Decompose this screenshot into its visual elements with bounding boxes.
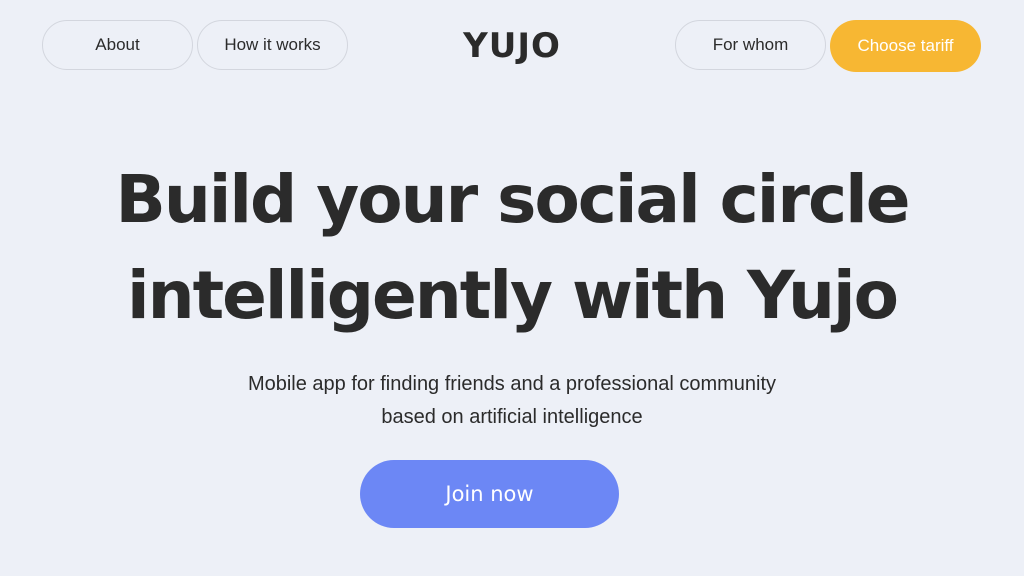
choose-tariff-button[interactable]: Choose tariff xyxy=(830,20,981,72)
hero-subtitle-line-2: based on artificial intelligence xyxy=(381,406,643,428)
hero-headline-line-1: Build your social circle xyxy=(115,161,911,238)
join-now-button[interactable]: Join now xyxy=(360,460,619,528)
nav-how-it-works-button[interactable]: How it works xyxy=(197,20,348,70)
hero-subtitle: Mobile app for finding friends and a pro… xyxy=(162,368,862,434)
choose-tariff-label: Choose tariff xyxy=(857,36,954,55)
hero-headline-line-2: intelligently with Yujo xyxy=(126,257,899,334)
nav-for-whom-label: For whom xyxy=(712,35,789,54)
nav-for-whom-button[interactable]: For whom xyxy=(675,20,826,70)
landing-page: About How it works YUJO For whom Choose … xyxy=(0,0,1024,576)
join-now-label: Join now xyxy=(445,482,534,506)
yujo-logo[interactable]: YUJO xyxy=(432,24,592,68)
nav-about-label: About xyxy=(95,35,140,54)
hero-headline: Build your social circle intelligently w… xyxy=(62,152,962,344)
nav-about-button[interactable]: About xyxy=(42,20,193,70)
hero-subtitle-line-1: Mobile app for finding friends and a pro… xyxy=(247,373,777,395)
nav-how-it-works-label: How it works xyxy=(224,35,321,54)
